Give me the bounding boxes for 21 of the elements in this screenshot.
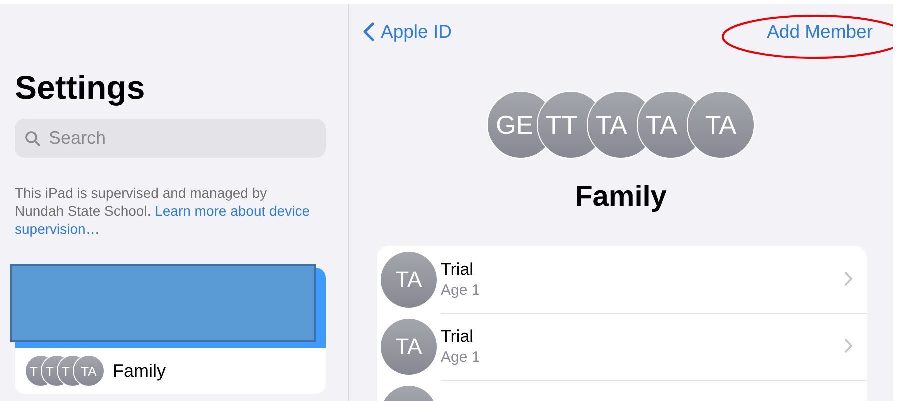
avatar: TA: [381, 252, 437, 308]
avatar: TA: [381, 318, 437, 374]
member-age: Age 1: [441, 282, 482, 298]
member-row[interactable]: TA Trial Age 1: [377, 246, 867, 313]
search-icon: [25, 130, 41, 146]
member-row[interactable]: TA Trial Age 1: [377, 313, 867, 380]
member-name: Trial: [441, 326, 474, 346]
supervision-note: This iPad is supervised and managed by Nundah State School. Learn more about device supervision…: [15, 184, 311, 238]
avatar: TA: [73, 355, 105, 387]
family-row[interactable]: T T T TA Family: [15, 348, 326, 394]
search-input[interactable]: Search: [47, 127, 291, 150]
member-name: Trial: [441, 260, 474, 280]
sidebar-title: Settings: [15, 69, 146, 107]
chevron-icon: [844, 271, 853, 287]
family-title: Family: [575, 181, 667, 214]
back-chevron-icon: [363, 22, 375, 42]
back-button[interactable]: Apple ID: [363, 21, 452, 43]
chevron-icon: [844, 338, 853, 354]
avatar: TA: [687, 91, 755, 159]
member-age: Age 1: [441, 348, 482, 366]
search-field[interactable]: Search: [15, 119, 326, 158]
